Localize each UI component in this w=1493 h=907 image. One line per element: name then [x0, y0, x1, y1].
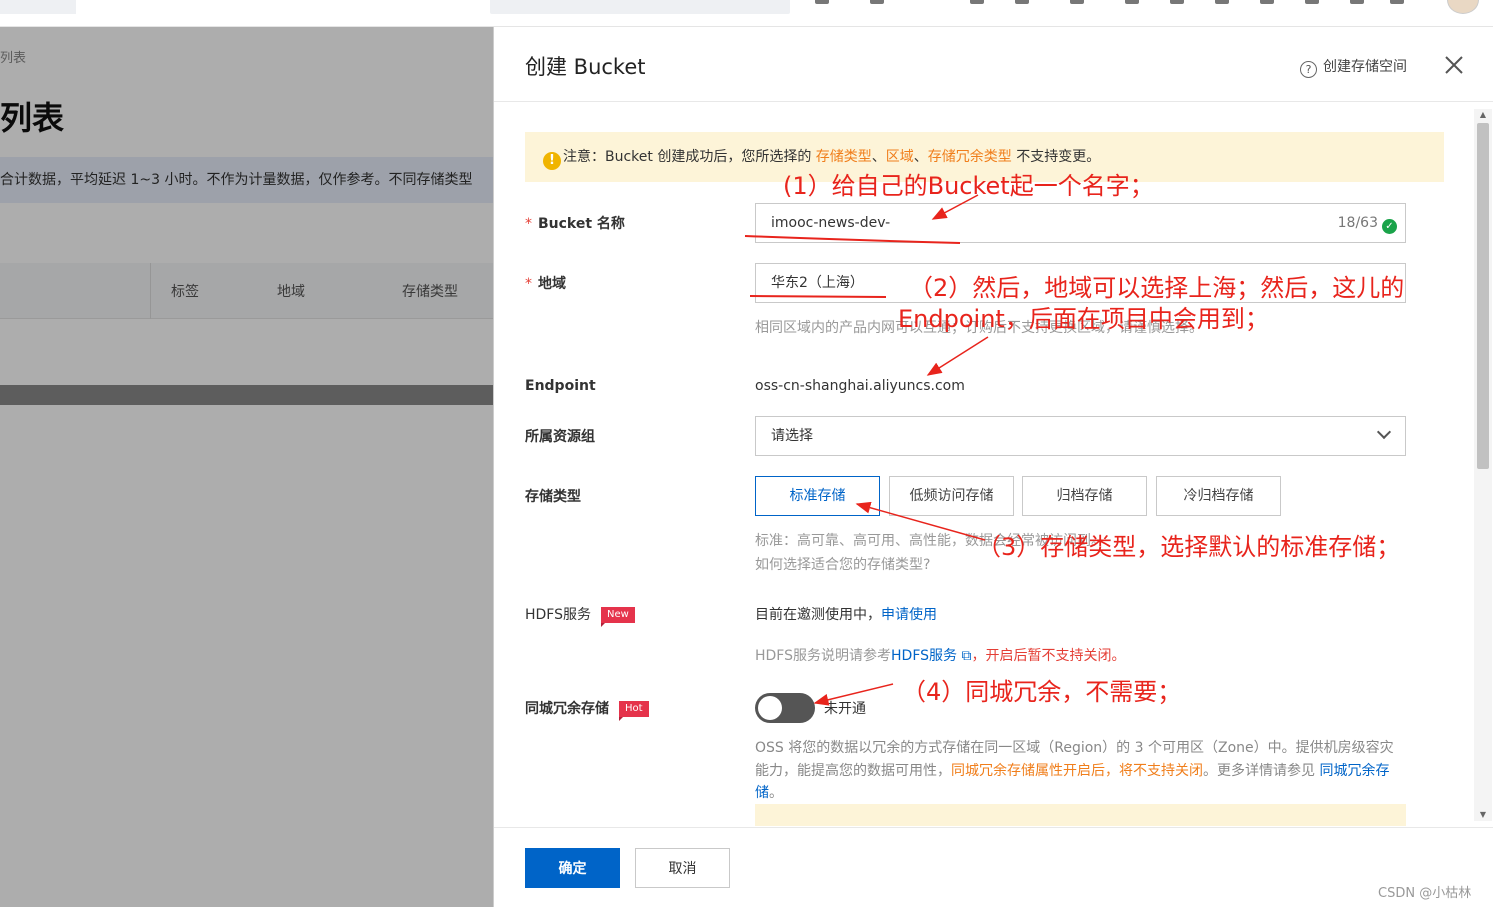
zrs-toggle[interactable]: [755, 693, 815, 723]
external-link-icon: ⧉: [957, 648, 972, 664]
nav-icon-group: [815, 0, 1415, 10]
storage-help-link[interactable]: 如何选择适合您的存储类型?: [755, 554, 930, 574]
help-link-label: 创建存储空间: [1323, 59, 1407, 75]
zrs-label-text: 同城冗余存储: [525, 701, 609, 717]
annotation-text: (1）给自己的Bucket起一个名字；: [783, 172, 1154, 200]
drawer-footer: 确定 取消: [494, 827, 1493, 907]
drawer-header: 创建 Bucket ? 创建存储空间: [494, 27, 1493, 102]
chevron-down-icon: [1376, 424, 1392, 440]
new-badge: New: [601, 607, 635, 627]
zrs-desc-warning: 同城冗余存储属性开启后，将不支持关闭: [951, 762, 1203, 779]
nav-icon[interactable]: [815, 0, 829, 4]
scrollbar-thumb[interactable]: [1477, 123, 1489, 469]
hdfs-status: 目前在邀测使用中，申请使用: [755, 604, 937, 624]
char-count: 18/63 ✓: [1338, 204, 1397, 242]
storage-option-standard[interactable]: 标准存储: [755, 476, 880, 516]
hdfs-desc-text: HDFS服务说明请参考: [755, 648, 892, 664]
hdfs-desc-warning: ，开启后暂不支持关闭。: [971, 648, 1126, 664]
create-bucket-drawer: 创建 Bucket ? 创建存储空间 ▲ ▼ ! 注意：Bucket 创建成功后，您…: [493, 27, 1493, 907]
region-label: * 地域: [525, 273, 566, 293]
help-link[interactable]: ? 创建存储空间: [1300, 56, 1407, 78]
nav-icon[interactable]: [1215, 0, 1229, 4]
annotation-text: （2）然后，地域可以选择上海；然后，这儿的: [909, 274, 1405, 302]
nav-icon[interactable]: [1350, 0, 1364, 4]
nav-icon[interactable]: [1390, 0, 1404, 4]
top-nav-bar: [0, 0, 1493, 27]
close-icon[interactable]: [1442, 53, 1466, 77]
zrs-desc-end: 。: [769, 785, 783, 801]
endpoint-label: Endpoint: [525, 378, 596, 394]
bucket-name-label: * Bucket 名称: [525, 213, 625, 233]
hot-badge: Hot: [619, 701, 649, 721]
check-icon: ✓: [1382, 219, 1397, 234]
modal-overlay[interactable]: [0, 27, 493, 907]
resource-group-label: 所属资源组: [525, 429, 595, 445]
avatar[interactable]: [1447, 0, 1479, 14]
warning-sep: 、: [913, 149, 928, 165]
nav-icon[interactable]: [1125, 0, 1139, 4]
warning-text-prefix: 注意：Bucket 创建成功后，您所选择的: [563, 149, 816, 165]
warning-sep: 、: [871, 149, 886, 165]
resource-group-placeholder: 请选择: [771, 428, 813, 444]
annotation-text: （4）同城冗余，不需要；: [902, 678, 1182, 706]
zrs-info-banner: [755, 804, 1406, 826]
hdfs-label: HDFS服务 New: [525, 604, 635, 627]
hdfs-desc: HDFS服务说明请参考HDFS服务 ⧉，开启后暂不支持关闭。: [755, 645, 1125, 665]
search-input[interactable]: [490, 0, 790, 14]
hdfs-doc-link[interactable]: HDFS服务: [891, 648, 957, 664]
warning-icon: !: [543, 152, 561, 170]
region-label-text: 地域: [538, 276, 566, 292]
bucket-name-input[interactable]: imooc-news-dev- 18/63 ✓: [755, 203, 1406, 243]
char-count-text: 18/63: [1337, 215, 1378, 231]
warning-link-storage-type[interactable]: 存储类型: [816, 149, 872, 165]
confirm-button[interactable]: 确定: [525, 848, 620, 888]
question-icon: ?: [1300, 61, 1317, 78]
zrs-desc-text: 。更多详情请参见: [1203, 762, 1320, 779]
zrs-label: 同城冗余存储 Hot: [525, 698, 649, 721]
storage-option-ia[interactable]: 低频访问存储: [889, 476, 1014, 516]
endpoint-value: oss-cn-shanghai.aliyuncs.com: [755, 378, 965, 394]
annotation-text: Endpoint，后面在项目中会用到；: [898, 305, 1269, 333]
zrs-toggle-label: 未开通: [824, 701, 866, 717]
warning-link-redundancy[interactable]: 存储冗余类型: [928, 149, 1012, 165]
watermark: CSDN @小枯林: [1378, 886, 1472, 901]
nav-icon[interactable]: [1305, 0, 1319, 4]
scroll-up-icon[interactable]: ▲: [1478, 110, 1488, 119]
zrs-description: OSS 将您的数据以冗余的方式存储在同一区域（Region）的 3 个可用区（Z…: [755, 737, 1400, 805]
bucket-name-value: imooc-news-dev-: [771, 215, 891, 231]
nav-tab[interactable]: [0, 0, 76, 14]
toggle-knob: [758, 696, 782, 720]
hdfs-label-text: HDFS服务: [525, 607, 592, 623]
cancel-button[interactable]: 取消: [635, 848, 730, 888]
resource-group-select[interactable]: 请选择: [755, 416, 1406, 456]
bucket-name-label-text: Bucket 名称: [538, 216, 625, 232]
required-mark: *: [525, 276, 532, 292]
annotation-text: （3）存储类型，选择默认的标准存储；: [977, 533, 1401, 561]
nav-icon[interactable]: [1260, 0, 1274, 4]
scroll-down-icon[interactable]: ▼: [1478, 810, 1488, 819]
nav-icon[interactable]: [1015, 0, 1029, 4]
storage-option-cold-archive[interactable]: 冷归档存储: [1156, 476, 1281, 516]
warning-link-region[interactable]: 区域: [886, 149, 914, 165]
hdfs-apply-link[interactable]: 申请使用: [881, 607, 937, 623]
warning-text-suffix: 不支持变更。: [1011, 149, 1101, 165]
required-mark: *: [525, 216, 532, 232]
storage-option-archive[interactable]: 归档存储: [1022, 476, 1147, 516]
storage-type-label: 存储类型: [525, 489, 581, 505]
drawer-title: 创建 Bucket: [525, 55, 646, 79]
nav-icon[interactable]: [870, 0, 884, 4]
nav-icon[interactable]: [970, 0, 984, 4]
region-value: 华东2（上海）: [771, 275, 864, 291]
nav-icon[interactable]: [1070, 0, 1084, 4]
hdfs-status-text: 目前在邀测使用中，: [755, 607, 881, 623]
nav-icon[interactable]: [1170, 0, 1184, 4]
